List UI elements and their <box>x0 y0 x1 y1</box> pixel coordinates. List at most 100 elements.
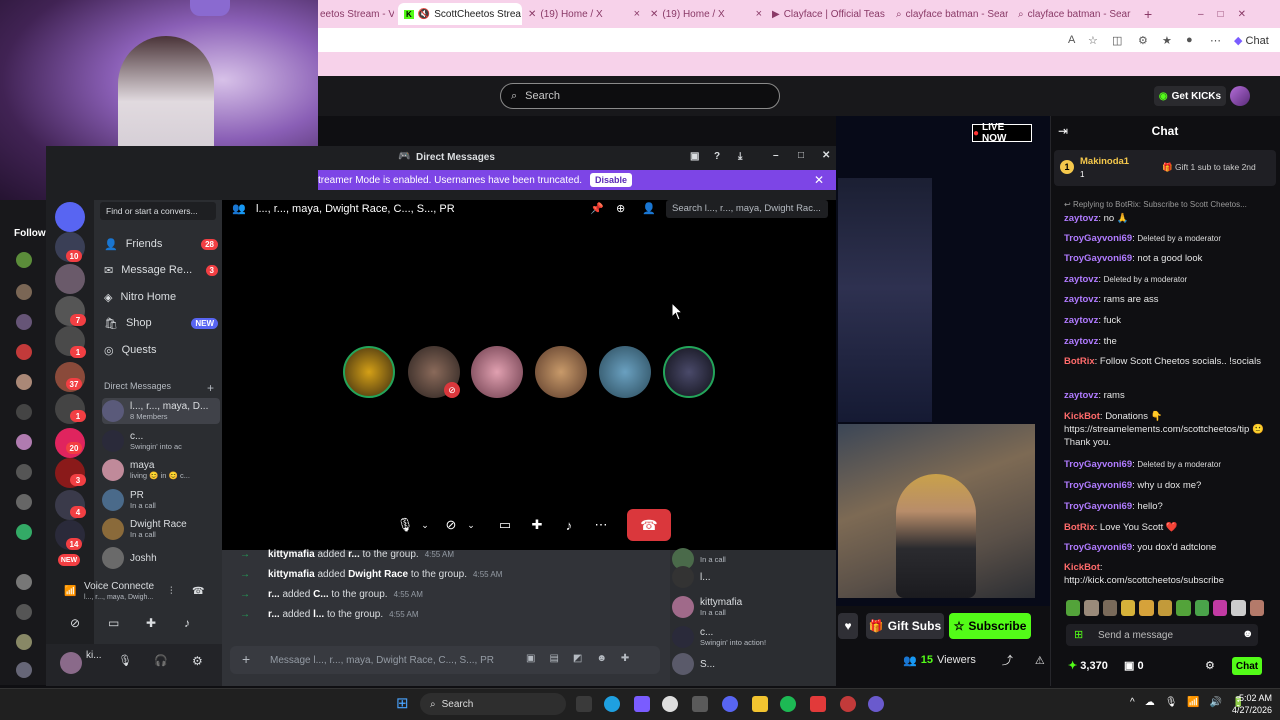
help-icon[interactable]: ? <box>714 151 720 162</box>
store-icon[interactable] <box>692 696 708 712</box>
browser-tab[interactable]: ▶Clayface | Official Teas× <box>772 5 886 23</box>
participant-avatar[interactable] <box>471 346 523 398</box>
windows-start-icon[interactable]: ⊞ <box>396 694 409 712</box>
members-icon[interactable]: 👤 <box>642 202 656 215</box>
chat-username[interactable]: zaytovz <box>1064 336 1098 347</box>
subscribe-button[interactable]: ☆ Subscribe <box>949 613 1031 639</box>
activities-icon[interactable]: ✚ <box>146 616 156 630</box>
user-settings-icon[interactable]: ⚙ <box>192 654 203 668</box>
channel-points[interactable]: ✦ 3,370 <box>1068 659 1108 672</box>
profile-icon[interactable]: ● <box>1186 34 1193 46</box>
more-menu-icon[interactable]: ⋯ <box>1210 34 1221 47</box>
taskbar-clock[interactable]: 5:02 AM 4/27/2026 <box>1226 692 1280 716</box>
emote-icon[interactable] <box>1102 600 1118 616</box>
send-chat-button[interactable]: Chat <box>1232 657 1262 675</box>
message-target[interactable]: l... <box>313 609 324 620</box>
chat-username[interactable]: KickBot <box>1064 562 1100 573</box>
followed-channel-avatar[interactable] <box>16 662 32 678</box>
followed-channel-avatar[interactable] <box>16 524 32 540</box>
more-options-icon[interactable]: ⋯ <box>586 510 616 540</box>
chat-username[interactable]: BotRix <box>1064 522 1095 533</box>
split-screen-icon[interactable]: ◫ <box>1112 34 1122 47</box>
chat-username[interactable]: zaytovz <box>1064 390 1098 401</box>
camera-off-icon[interactable]: ⊘ <box>70 616 80 630</box>
browser-tab[interactable]: eetos Stream - V <box>320 5 394 23</box>
user-avatar[interactable] <box>60 652 82 674</box>
kick-search-input[interactable]: ⌕ Search <box>500 83 780 109</box>
dm-nav-item[interactable]: ✉ Message Re... 3 <box>104 259 218 281</box>
emote-icon[interactable] <box>1194 600 1209 616</box>
attach-plus-icon[interactable]: + <box>242 651 250 667</box>
browser-tab[interactable]: ✕ (19) Home / X × <box>650 5 762 23</box>
member-item[interactable]: kittymafia In a call <box>672 594 832 620</box>
participant-avatar[interactable] <box>343 346 395 398</box>
report-icon[interactable]: ⚠ <box>1035 654 1045 667</box>
chat-tools-icon[interactable]: ⊞ <box>1074 628 1083 641</box>
emote-icon[interactable] <box>1249 600 1264 616</box>
chat-username[interactable]: TroyGayvoni69 <box>1064 480 1132 491</box>
close-tab-icon[interactable]: × <box>750 8 762 20</box>
followed-channel-avatar[interactable] <box>16 314 32 330</box>
chat-username[interactable]: BotRix <box>1064 356 1095 367</box>
followed-channel-avatar[interactable] <box>16 404 32 420</box>
followed-channel-avatar[interactable] <box>16 344 32 360</box>
dm-item[interactable]: PR In a call <box>102 487 220 513</box>
favorite-star-icon[interactable]: ☆ <box>1088 34 1098 47</box>
emote-icon[interactable] <box>1139 600 1154 616</box>
browser-tab-active[interactable]: K 🔇 ScottCheetos Strea × <box>398 3 522 25</box>
followed-channel-avatar[interactable] <box>16 464 32 480</box>
close-tab-icon[interactable]: × <box>628 8 640 20</box>
leave-call-button[interactable]: ☎ <box>627 509 671 541</box>
activities-icon[interactable]: ✚ <box>522 510 552 540</box>
new-tab-button[interactable]: + <box>1144 5 1156 23</box>
followed-channel-avatar[interactable] <box>16 252 32 268</box>
chevron-down-icon[interactable]: ⌄ <box>456 510 486 540</box>
emote-icon[interactable] <box>1176 600 1191 616</box>
participant-avatar[interactable] <box>663 346 715 398</box>
dm-search-input[interactable]: Search l..., r..., maya, Dwight Rac... <box>666 200 828 218</box>
dm-nav-item[interactable]: ◎ Quests <box>104 339 218 361</box>
minimize-icon[interactable]: – <box>773 150 779 161</box>
participant-avatar[interactable] <box>599 346 651 398</box>
browser-tab[interactable]: ⌕clayface batman - Sear× <box>896 5 1008 23</box>
dm-item[interactable]: Dwight Race In a call <box>102 516 220 542</box>
chat-username[interactable]: zaytovz <box>1064 213 1098 224</box>
followed-channel-avatar[interactable] <box>16 604 32 620</box>
followed-channel-avatar[interactable] <box>16 634 32 650</box>
screen-share-icon[interactable]: ▭ <box>108 616 119 630</box>
app-icon[interactable] <box>662 696 678 712</box>
read-aloud-icon[interactable]: A <box>1068 34 1075 46</box>
maximize-icon[interactable]: □ <box>798 150 804 161</box>
input-actions[interactable]: ▣▤◩☻✚ <box>526 653 643 664</box>
browser-tab[interactable]: ⌕clayface batman - Sear× <box>1018 5 1134 23</box>
member-item[interactable]: S... <box>672 651 832 677</box>
file-explorer-icon[interactable] <box>752 696 768 712</box>
inbox-icon[interactable]: ▣ <box>690 151 699 162</box>
member-item[interactable]: l... <box>672 564 832 590</box>
extensions-icon[interactable]: ⚙ <box>1138 34 1148 47</box>
task-view-icon[interactable] <box>576 696 592 712</box>
followed-channel-avatar[interactable] <box>16 284 32 300</box>
home-dm-icon[interactable] <box>55 202 85 232</box>
dm-nav-item[interactable]: 👤 Friends 28 <box>104 233 218 255</box>
secondary-points[interactable]: ▣ 0 <box>1124 659 1144 672</box>
obs-icon[interactable] <box>868 696 884 712</box>
pin-icon[interactable]: 📌 <box>590 202 604 215</box>
follow-heart-button[interactable]: ♥ <box>838 613 858 639</box>
message-input[interactable]: + Message l..., r..., maya, Dwight Race,… <box>230 646 660 674</box>
gift-subs-button[interactable]: 🎁 Gift Subs <box>866 613 944 639</box>
microphone-icon[interactable]: 🎙 <box>118 654 132 667</box>
server-icon[interactable] <box>55 264 85 294</box>
soundboard-icon[interactable]: ♪ <box>184 616 190 630</box>
pinned-gift-banner[interactable]: Makinoda1 1 1 🎁 Gift 1 sub to take 2nd <box>1054 150 1276 186</box>
message-actor[interactable]: kittymafia <box>268 549 315 560</box>
headphones-icon[interactable]: 🎧 <box>154 654 168 667</box>
get-kicks-button[interactable]: ◉ Get KICKs <box>1154 86 1226 106</box>
app-icon[interactable] <box>840 696 856 712</box>
close-window-icon[interactable]: ✕ <box>822 150 830 161</box>
emote-bar[interactable] <box>1066 600 1264 616</box>
chat-username[interactable]: TroyGayvoni69 <box>1064 542 1132 553</box>
chat-username[interactable]: TroyGayvoni69 <box>1064 253 1132 264</box>
emote-icon[interactable] <box>1121 600 1136 616</box>
followed-channel-avatar[interactable] <box>16 374 32 390</box>
